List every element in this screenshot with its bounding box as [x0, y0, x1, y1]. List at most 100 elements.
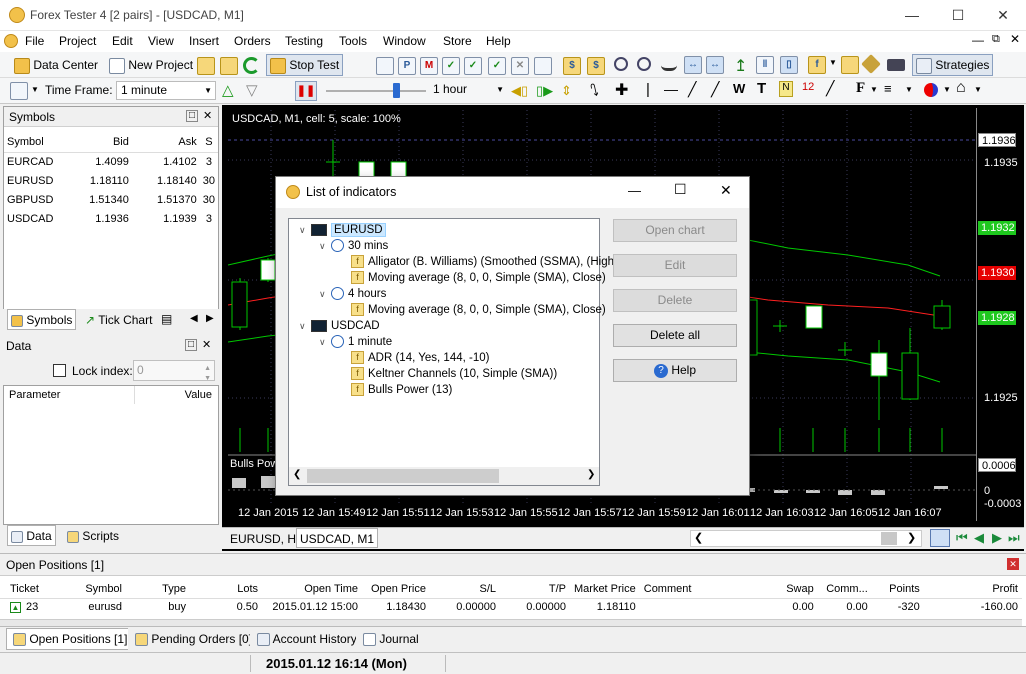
- camera-icon[interactable]: [887, 59, 905, 71]
- line-style-icon[interactable]: ≡: [884, 81, 892, 96]
- tree-node[interactable]: ∨ USDCAD: [289, 318, 599, 334]
- jump-icon[interactable]: ⇕: [561, 83, 572, 99]
- arrow-down-icon[interactable]: ▽: [246, 81, 258, 99]
- last-bar-icon[interactable]: ⏭: [1008, 530, 1020, 546]
- scroll-chart-icon[interactable]: ↔: [684, 56, 702, 74]
- tree-node[interactable]: ∨ EURUSD: [289, 222, 599, 238]
- cursor-mode-icon[interactable]: [10, 82, 28, 100]
- column-header[interactable]: S: [200, 133, 218, 152]
- panel-pin-icon[interactable]: □: [186, 110, 198, 122]
- open-chart-button[interactable]: Open chart: [613, 219, 737, 242]
- check-report-icon[interactable]: ✓: [442, 57, 460, 75]
- column-header[interactable]: Open Price: [362, 581, 430, 598]
- arrow-up-icon[interactable]: △: [222, 81, 234, 99]
- delete-button[interactable]: Delete: [613, 289, 737, 312]
- edit-button[interactable]: Edit: [613, 254, 737, 277]
- first-bar-icon[interactable]: ⏮: [956, 530, 968, 546]
- tree-node[interactable]: f Alligator (B. Williams) (Smoothed (SSMA…: [289, 254, 614, 270]
- tree-horizontal-scrollbar[interactable]: ❮ ❯: [289, 467, 599, 485]
- table-row[interactable]: GBPUSD 1.51340 1.51370 30: [4, 190, 218, 209]
- copy-report-icon[interactable]: [534, 57, 552, 75]
- column-header[interactable]: Value: [185, 389, 212, 401]
- positions-close-icon[interactable]: ✕: [1007, 558, 1019, 570]
- ray-line-icon[interactable]: ╱: [711, 81, 719, 98]
- line-chart-icon[interactable]: ↥: [734, 56, 747, 76]
- tree-node[interactable]: ∨ 4 hours: [289, 286, 599, 302]
- tree-scroll-thumb[interactable]: [307, 469, 499, 483]
- brush-icon[interactable]: [861, 54, 881, 74]
- indicators-dropdown-icon[interactable]: ▼: [829, 58, 837, 67]
- chart-tab-usdcad[interactable]: USDCAD, M1: [296, 528, 379, 548]
- line-style-dropdown-icon[interactable]: ▼: [905, 85, 913, 94]
- home-dropdown-icon[interactable]: ▼: [974, 85, 982, 94]
- next-page-icon[interactable]: ▶: [992, 530, 1002, 546]
- menu-edit[interactable]: Edit: [112, 34, 133, 48]
- shift-chart-icon[interactable]: ↔: [706, 56, 724, 74]
- chart-horizontal-scrollbar[interactable]: ❮ ❯: [690, 530, 922, 547]
- minimize-button[interactable]: —: [889, 0, 935, 30]
- tab-open-positions[interactable]: Open Positions [1]: [6, 628, 135, 650]
- column-header[interactable]: Ticket: [0, 581, 60, 598]
- chart-tab-eurusd[interactable]: EURUSD, H4: [226, 528, 307, 548]
- scroll-right-icon[interactable]: ❯: [907, 531, 916, 544]
- trend-line-icon[interactable]: ╱: [688, 81, 696, 98]
- menu-store[interactable]: Store: [443, 34, 472, 48]
- stop-test-button[interactable]: Stop Test: [266, 54, 344, 76]
- tree-expand-toggle-icon[interactable]: ∨: [319, 286, 331, 302]
- data-panel-close-icon[interactable]: ✕: [202, 338, 211, 351]
- lock-index-input[interactable]: 0 ▲ ▼: [133, 360, 215, 382]
- horizontal-line-icon[interactable]: —: [664, 81, 678, 97]
- menu-orders[interactable]: Orders: [234, 34, 271, 48]
- menu-project[interactable]: Project: [59, 34, 96, 48]
- color-picker-icon[interactable]: [924, 83, 938, 97]
- tab-symbols[interactable]: Symbols: [7, 309, 77, 330]
- channel-icon[interactable]: ╱: [826, 80, 834, 97]
- speed-slider-handle[interactable]: [393, 83, 400, 98]
- tree-expand-toggle-icon[interactable]: ∨: [299, 222, 311, 238]
- tree-node[interactable]: f Moving average (8, 0, 0, Simple (SMA), …: [289, 270, 606, 286]
- candle-chart-icon[interactable]: ▯: [780, 56, 798, 74]
- table-row[interactable]: EURCAD 1.4099 1.4102 3: [4, 152, 218, 171]
- table-row[interactable]: EURUSD 1.18110 1.18140 30: [4, 171, 218, 190]
- color-dropdown-icon[interactable]: ▼: [943, 85, 951, 94]
- dialog-close-button[interactable]: ✕: [720, 182, 732, 199]
- delete-all-button[interactable]: Delete all: [613, 324, 737, 347]
- fibo-icon[interactable]: 12: [802, 81, 814, 93]
- column-header[interactable]: Type: [126, 581, 190, 598]
- chart-list-icon[interactable]: [930, 529, 950, 547]
- mdi-restore-icon[interactable]: ⧉: [992, 33, 1000, 46]
- note-icon[interactable]: N: [779, 81, 793, 97]
- column-header[interactable]: Ask: [132, 133, 200, 152]
- column-header[interactable]: Lots: [190, 581, 262, 598]
- tab-list-icon[interactable]: ▤: [161, 312, 172, 326]
- tree-node[interactable]: ∨ 30 mins: [289, 238, 599, 254]
- next-bar-icon[interactable]: ▯▶: [536, 83, 553, 99]
- new-project-button[interactable]: New Project: [105, 54, 197, 76]
- tab-scroll-right-icon[interactable]: ▶: [206, 313, 214, 324]
- menu-window[interactable]: Window: [383, 34, 426, 48]
- help-button[interactable]: ? Help: [613, 359, 737, 382]
- bar-chart-icon[interactable]: ‖: [756, 56, 774, 74]
- column-header[interactable]: Points: [872, 581, 924, 598]
- table-row[interactable]: USDCAD 1.1936 1.1939 3: [4, 209, 218, 228]
- tab-account-history[interactable]: Account History: [250, 628, 364, 650]
- panel-close-icon[interactable]: ✕: [203, 109, 212, 122]
- column-header[interactable]: Swap: [774, 581, 818, 598]
- menu-help[interactable]: Help: [486, 34, 511, 48]
- scroll-left-icon[interactable]: ❮: [694, 531, 703, 544]
- menu-insert[interactable]: Insert: [189, 34, 219, 48]
- column-header[interactable]: Parameter: [9, 389, 60, 401]
- mdi-close-icon[interactable]: ✕: [1010, 32, 1020, 46]
- check-report3-icon[interactable]: ✓: [488, 57, 506, 75]
- tab-scripts[interactable]: Scripts: [63, 525, 123, 546]
- buy-icon[interactable]: $: [563, 57, 581, 75]
- data-center-button[interactable]: Data Center: [10, 54, 102, 76]
- new-document-icon[interactable]: [376, 57, 394, 75]
- text-tool-icon[interactable]: T: [757, 80, 766, 97]
- column-header[interactable]: Open Time: [262, 581, 362, 598]
- lock-index-checkbox[interactable]: [53, 364, 66, 377]
- tab-tick-chart[interactable]: ↗ Tick Chart: [81, 309, 156, 330]
- speed-select[interactable]: 1 hour ▼: [430, 81, 506, 100]
- tree-node[interactable]: f Bulls Power (13): [289, 382, 599, 398]
- column-header[interactable]: Symbol: [60, 581, 126, 598]
